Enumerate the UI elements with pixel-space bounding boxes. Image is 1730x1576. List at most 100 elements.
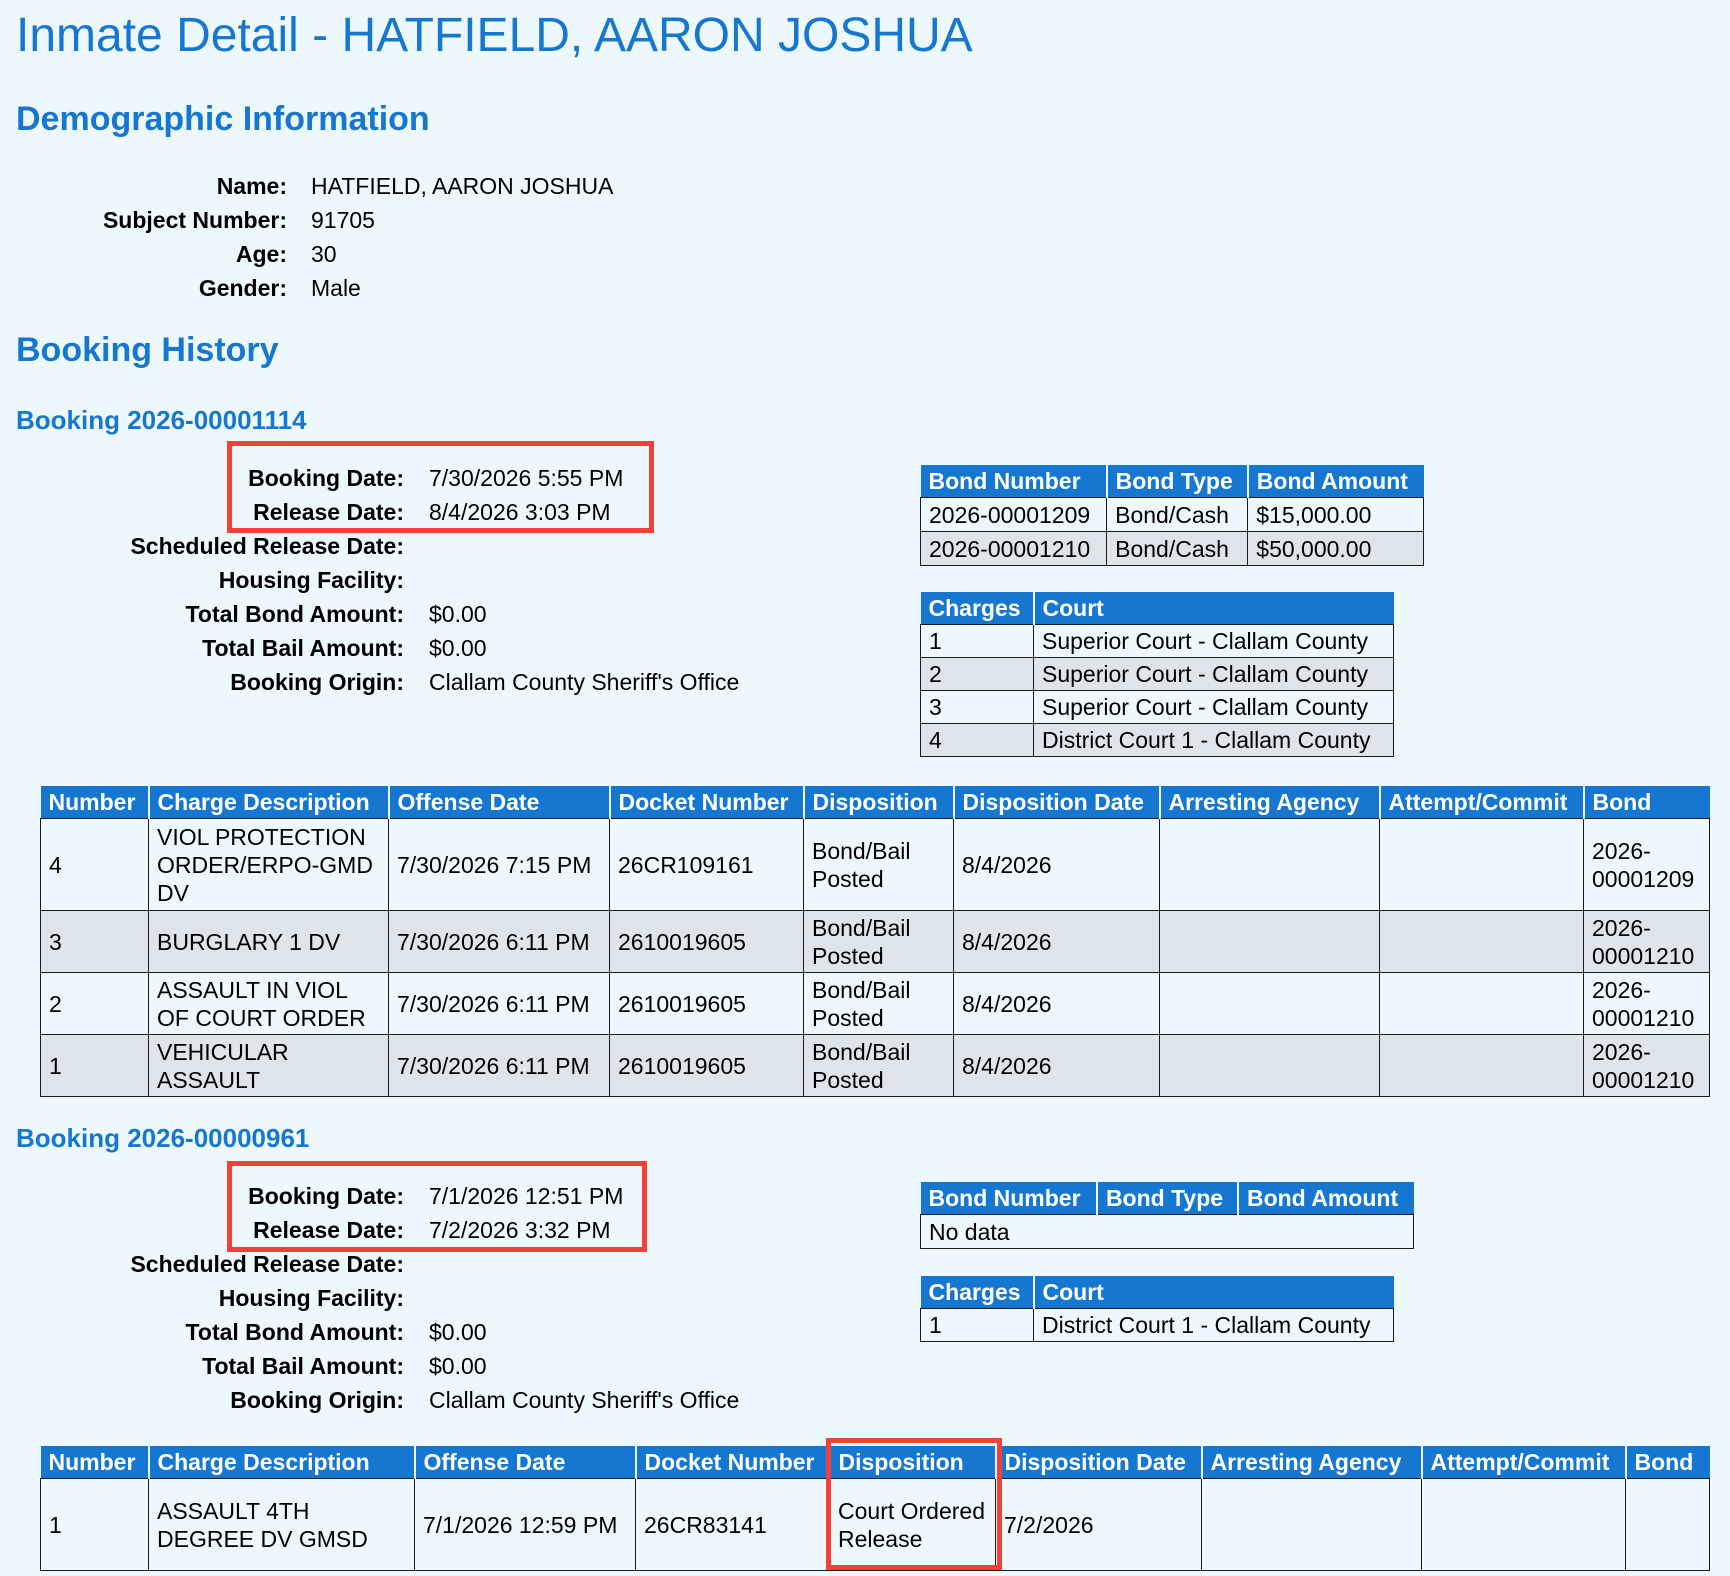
- charge-description-cell: VEHICULAR ASSAULT: [148, 1034, 389, 1097]
- disposition-date-header[interactable]: Disposition Date: [995, 1446, 1203, 1479]
- disposition-cell: Bond/Bail Posted: [803, 818, 954, 911]
- bond-cell: 2026-00001210: [1583, 910, 1710, 973]
- housing-facility-label: Housing Facility:: [218, 1285, 404, 1311]
- attempt-commit-header[interactable]: Attempt/Commit: [1421, 1446, 1627, 1479]
- bond-type-header[interactable]: Bond Type: [1096, 1182, 1239, 1215]
- booking-origin-label: Booking Origin:: [230, 669, 404, 695]
- table-row: 2 Superior Court - Clallam County: [920, 657, 1394, 691]
- total-bail-label: Total Bail Amount:: [202, 1353, 404, 1379]
- charge-description-header[interactable]: Charge Description: [148, 786, 390, 819]
- disposition-date-cell: 8/4/2026: [953, 910, 1160, 973]
- disposition-date-cell: 8/4/2026: [953, 972, 1160, 1035]
- total-bond-value: $0.00: [429, 601, 487, 627]
- total-bail-value: $0.00: [429, 1353, 487, 1379]
- docket-number-cell: 26CR83141: [635, 1478, 830, 1571]
- offense-date-cell: 7/1/2026 12:59 PM: [414, 1478, 636, 1571]
- court-cell: Superior Court - Clallam County: [1033, 690, 1394, 724]
- booking-origin-value: Clallam County Sheriff's Office: [429, 669, 740, 695]
- disposition-date-cell: 8/4/2026: [953, 1034, 1160, 1097]
- disposition-cell: Bond/Bail Posted: [803, 910, 954, 973]
- disposition-header[interactable]: Disposition: [803, 786, 955, 819]
- gender-value: Male: [311, 275, 361, 301]
- bond-header[interactable]: Bond: [1625, 1446, 1710, 1479]
- disposition-date-header[interactable]: Disposition Date: [953, 786, 1161, 819]
- charge-description-header[interactable]: Charge Description: [148, 1446, 416, 1479]
- table-row: 1 Superior Court - Clallam County: [920, 624, 1394, 658]
- arresting-agency-cell: [1159, 1034, 1380, 1097]
- charge-cell: 4: [920, 723, 1034, 757]
- demographic-fields: Name: HATFIELD, AARON JOSHUA Subject Num…: [0, 169, 630, 309]
- table-row: No data: [920, 1214, 1414, 1249]
- number-header[interactable]: Number: [40, 786, 150, 819]
- booking-history-heading: Booking History: [16, 331, 279, 369]
- number-cell: 4: [40, 818, 149, 911]
- no-data-cell: No data: [920, 1214, 1414, 1249]
- bond-number-header[interactable]: Bond Number: [920, 465, 1108, 498]
- housing-facility-label: Housing Facility:: [218, 567, 404, 593]
- bond-type-cell: Bond/Cash: [1106, 531, 1249, 566]
- attempt-commit-cell: [1421, 1478, 1626, 1571]
- bond-amount-header[interactable]: Bond Amount: [1237, 1182, 1414, 1215]
- court-cell: Superior Court - Clallam County: [1033, 624, 1394, 658]
- arresting-agency-cell: [1201, 1478, 1422, 1571]
- scheduled-release-label: Scheduled Release Date:: [130, 533, 404, 559]
- court-header[interactable]: Court: [1033, 1276, 1394, 1309]
- disposition-cell: Bond/Bail Posted: [803, 1034, 954, 1097]
- court-header[interactable]: Court: [1033, 592, 1394, 625]
- booking-title: Booking 2026-00001114: [16, 405, 307, 435]
- number-cell: 3: [40, 910, 149, 973]
- gender-label: Gender:: [198, 275, 287, 301]
- table-row: 1 District Court 1 - Clallam County: [920, 1308, 1394, 1342]
- total-bond-label: Total Bond Amount:: [185, 601, 404, 627]
- bond-amount-cell: $15,000.00: [1247, 497, 1424, 532]
- docket-number-header[interactable]: Docket Number: [635, 1446, 831, 1479]
- bond-number-header[interactable]: Bond Number: [920, 1182, 1098, 1215]
- disposition-cell: Bond/Bail Posted: [803, 972, 954, 1035]
- offense-date-header[interactable]: Offense Date: [414, 1446, 637, 1479]
- bond-type-header[interactable]: Bond Type: [1106, 465, 1249, 498]
- bond-amount-cell: $50,000.00: [1247, 531, 1424, 566]
- charge-description-cell: VIOL PROTECTION ORDER/ERPO-GMD DV: [148, 818, 389, 911]
- docket-number-cell: 26CR109161: [609, 818, 804, 911]
- bond-amount-header[interactable]: Bond Amount: [1247, 465, 1424, 498]
- table-row: 2026-00001210 Bond/Cash $50,000.00: [919, 531, 1424, 566]
- arresting-agency-cell: [1159, 818, 1380, 911]
- subject-number-value: 91705: [311, 207, 375, 233]
- name-label: Name:: [216, 173, 287, 199]
- docket-number-cell: 2610019605: [609, 910, 804, 973]
- court-table: Charges Court 1 District Court 1 - Clalla…: [920, 1276, 1394, 1342]
- charges-header[interactable]: Charges: [920, 592, 1035, 625]
- bond-cell: 2026-00001210: [1583, 1034, 1710, 1097]
- table-row: 1 VEHICULAR ASSAULT 7/30/2026 6:11 PM 26…: [40, 1034, 1710, 1097]
- docket-number-header[interactable]: Docket Number: [609, 786, 805, 819]
- offense-date-header[interactable]: Offense Date: [388, 786, 611, 819]
- arresting-agency-header[interactable]: Arresting Agency: [1159, 786, 1381, 819]
- booking-origin-label: Booking Origin:: [230, 1387, 404, 1413]
- arresting-agency-cell: [1159, 910, 1380, 973]
- demographic-heading: Demographic Information: [16, 100, 430, 138]
- bond-number-cell: 2026-00001210: [919, 531, 1108, 566]
- attempt-commit-header[interactable]: Attempt/Commit: [1379, 786, 1585, 819]
- number-cell: 1: [40, 1478, 149, 1571]
- charge-cell: 3: [920, 690, 1034, 724]
- charges-header[interactable]: Charges: [920, 1276, 1035, 1309]
- total-bond-value: $0.00: [429, 1319, 487, 1345]
- bond-table: Bond Number Bond Type Bond Amount 2026-0…: [919, 465, 1424, 566]
- table-row: 2026-00001209 Bond/Cash $15,000.00: [919, 497, 1424, 532]
- bond-number-cell: 2026-00001209: [919, 497, 1108, 532]
- table-row: 4 District Court 1 - Clallam County: [920, 723, 1394, 757]
- table-row: 2 ASSAULT IN VIOL OF COURT ORDER 7/30/20…: [40, 972, 1710, 1035]
- highlight-box: [227, 441, 654, 533]
- bond-header[interactable]: Bond: [1583, 786, 1710, 819]
- disposition-date-cell: 8/4/2026: [953, 818, 1160, 911]
- attempt-commit-cell: [1379, 910, 1584, 973]
- attempt-commit-cell: [1379, 1034, 1584, 1097]
- arresting-agency-header[interactable]: Arresting Agency: [1201, 1446, 1423, 1479]
- docket-number-cell: 2610019605: [609, 972, 804, 1035]
- attempt-commit-cell: [1379, 972, 1584, 1035]
- offense-date-cell: 7/30/2026 6:11 PM: [388, 1034, 610, 1097]
- charge-cell: 1: [920, 624, 1034, 658]
- charge-description-cell: ASSAULT IN VIOL OF COURT ORDER: [148, 972, 389, 1035]
- number-header[interactable]: Number: [40, 1446, 150, 1479]
- page-title: Inmate Detail - HATFIELD, AARON JOSHUA: [16, 9, 973, 62]
